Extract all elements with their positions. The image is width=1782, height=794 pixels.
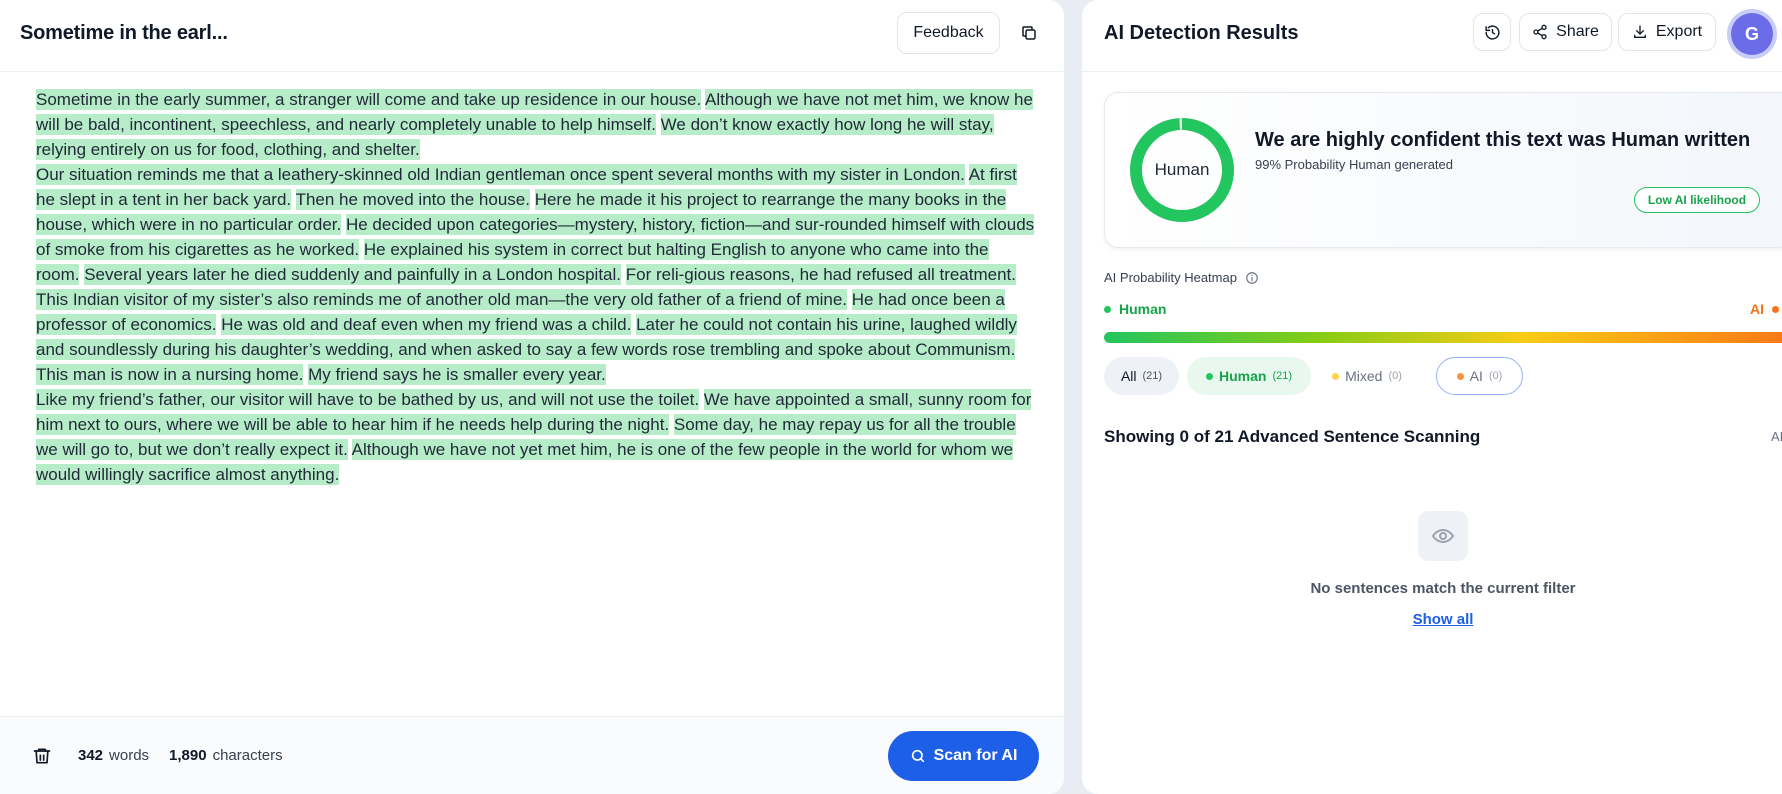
filter-human[interactable]: Human (21): [1187, 357, 1311, 395]
copy-button[interactable]: [1008, 12, 1050, 54]
editor-footer: 342 words 1,890 characters Scan for AI: [0, 716, 1064, 794]
word-label: words: [109, 747, 150, 764]
word-char-counts: 342 words 1,890 characters: [78, 747, 283, 764]
user-avatar[interactable]: G: [1731, 13, 1773, 55]
highlighted-sentence[interactable]: This man is now in a nursing home.: [36, 364, 304, 385]
filter-all-label: All: [1120, 368, 1137, 384]
history-button[interactable]: [1473, 13, 1511, 51]
editor-panel: Sometime in the earl... Feedback Sometim…: [0, 0, 1064, 794]
editor-header: Sometime in the earl... Feedback: [0, 0, 1064, 72]
results-header: AI Detection Results Share Export G: [1082, 0, 1782, 72]
export-label: Export: [1655, 23, 1703, 40]
heatmap-legend-ai: AI: [1750, 301, 1779, 317]
share-icon: [1533, 24, 1547, 40]
filter-mixed[interactable]: Mixed (0): [1319, 357, 1415, 395]
highlighted-sentence[interactable]: My friend says he is smaller every year.: [308, 364, 606, 385]
results-title: AI Detection Results: [1104, 22, 1299, 44]
filter-all[interactable]: All (21): [1104, 357, 1179, 395]
filter-all-count: (21): [1142, 370, 1163, 382]
document-title: Sometime in the earl...: [20, 22, 228, 44]
verdict-headline: We are highly confident this text was Hu…: [1255, 129, 1751, 151]
results-panel: AI Detection Results Share Export G Huma…: [1082, 0, 1782, 794]
feedback-button[interactable]: Feedback: [897, 12, 1000, 54]
export-button[interactable]: Export: [1618, 13, 1716, 51]
scan-for-ai-button[interactable]: Scan for AI: [888, 731, 1039, 781]
heatmap-title: AI Probability Heatmap: [1104, 270, 1259, 285]
text-paragraph: Sometime in the early summer, a stranger…: [36, 87, 1036, 162]
document-text[interactable]: Sometime in the early summer, a stranger…: [36, 87, 1036, 487]
empty-state-message: No sentences match the current filter: [1310, 580, 1576, 597]
verdict-card: Human We are highly confident this text …: [1104, 92, 1782, 248]
legend-human-label: Human: [1119, 301, 1167, 317]
filter-ai[interactable]: AI (0): [1436, 357, 1523, 395]
eye-icon: [1431, 528, 1455, 544]
human-dot-icon: [1205, 372, 1213, 380]
highlighted-sentence[interactable]: Then he moved into the house.: [295, 189, 530, 210]
highlighted-sentence[interactable]: He was old and deaf even when my friend …: [221, 314, 632, 335]
donut-label: Human: [1154, 160, 1210, 179]
char-label: characters: [212, 747, 283, 764]
char-count: 1,890: [169, 747, 207, 764]
trash-icon[interactable]: [32, 746, 52, 766]
filter-human-label: Human: [1218, 368, 1267, 384]
highlighted-sentence[interactable]: Sometime in the early summer, a stranger…: [36, 89, 702, 110]
highlighted-sentence[interactable]: This Indian visitor of my sister’s also …: [36, 289, 848, 310]
filter-ai-count: (0): [1488, 370, 1503, 382]
history-icon: [1484, 24, 1500, 40]
filter-human-count: (21): [1272, 370, 1292, 382]
highlighted-sentence[interactable]: For reli-gious reasons, he had refused a…: [625, 264, 1017, 285]
share-button[interactable]: Share: [1519, 13, 1612, 51]
text-paragraph: Like my friend’s father, our visitor wil…: [36, 387, 1036, 487]
filter-mixed-label: Mixed: [1345, 368, 1383, 384]
copy-icon: [1022, 26, 1036, 40]
filter-ai-label: AI: [1469, 368, 1483, 384]
sentence-sort-label: AI: [1771, 429, 1782, 444]
ai-dot-icon: [1772, 305, 1779, 313]
download-icon: [1633, 25, 1646, 38]
show-all-link[interactable]: Show all: [1388, 611, 1498, 628]
scan-label: Scan for AI: [933, 747, 1018, 764]
heatmap-title-text: AI Probability Heatmap: [1104, 270, 1237, 285]
heatmap-legend-human: Human: [1104, 301, 1166, 317]
search-icon: [911, 749, 924, 763]
heatmap-gradient-bar: [1104, 332, 1782, 343]
filter-mixed-count: (0): [1388, 370, 1402, 382]
share-label: Share: [1556, 23, 1599, 40]
verdict-probability: 99% Probability Human generated: [1255, 157, 1454, 172]
text-paragraph: Our situation reminds me that a leathery…: [36, 162, 1036, 287]
highlighted-sentence[interactable]: Our situation reminds me that a leathery…: [36, 164, 965, 185]
empty-state-icon-box: [1418, 511, 1468, 561]
info-icon[interactable]: [1245, 271, 1259, 285]
likelihood-badge: Low AI likelihood: [1634, 187, 1760, 213]
human-dot-icon: [1104, 305, 1111, 313]
text-paragraph: This Indian visitor of my sister’s also …: [36, 287, 1036, 387]
mixed-dot-icon: [1332, 372, 1340, 380]
legend-ai-label: AI: [1750, 301, 1764, 317]
sentence-count-heading: Showing 0 of 21 Advanced Sentence Scanni…: [1104, 427, 1481, 446]
word-count: 342: [78, 747, 104, 764]
highlighted-sentence[interactable]: Like my friend’s father, our visitor wil…: [36, 389, 700, 410]
ai-dot-icon: [1456, 372, 1464, 380]
highlighted-sentence[interactable]: Several years later he died suddenly and…: [84, 264, 622, 285]
